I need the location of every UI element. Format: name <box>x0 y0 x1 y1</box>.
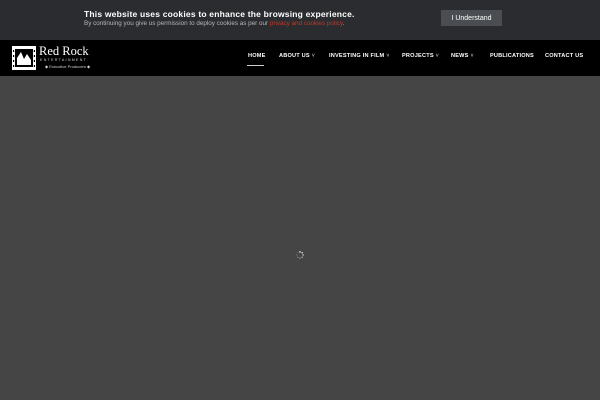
nav-item-label: HOME <box>248 53 266 59</box>
nav-item-investing-in-film[interactable]: INVESTING IN FILM ˅ <box>329 53 389 59</box>
nav-item-label: PUBLICATIONS <box>490 53 534 59</box>
cookie-message-text: By continuing you give us permission to … <box>84 20 270 27</box>
nav-item-projects[interactable]: PROJECTS ˅ <box>402 53 439 59</box>
cookie-message-suffix: . <box>342 20 345 27</box>
nav-item-home[interactable]: HOME <box>248 53 266 59</box>
spinner-icon <box>296 251 304 259</box>
nav-item-label: PROJECTS <box>402 53 434 59</box>
privacy-policy-link[interactable]: privacy and cookies policy <box>270 20 343 27</box>
chevron-down-icon: ˅ <box>311 53 315 59</box>
nav-item-label: CONTACT US <box>545 53 584 59</box>
accept-cookies-button[interactable]: I Understand <box>441 10 502 26</box>
cookie-banner: This website uses cookies to enhance the… <box>0 0 600 40</box>
nav-item-publications[interactable]: PUBLICATIONS <box>490 53 534 59</box>
active-nav-indicator <box>247 65 264 66</box>
nav-item-contact-us[interactable]: CONTACT US <box>545 53 583 59</box>
cookie-title: This website uses cookies to enhance the… <box>84 9 355 19</box>
nav-item-label: INVESTING IN FILM <box>329 53 385 59</box>
chevron-down-icon: ˅ <box>470 53 474 59</box>
nav-item-about-us[interactable]: ABOUT US ˅ <box>279 53 315 59</box>
chevron-down-icon: ˅ <box>386 53 390 59</box>
cookie-message: By continuing you give us permission to … <box>84 20 344 27</box>
site-header: Red Rock ENTERTAINMENT ◆ Executive Produ… <box>0 40 600 76</box>
nav-item-label: ABOUT US <box>279 53 310 59</box>
main-nav: HOME ABOUT US ˅ INVESTING IN FILM ˅ PROJ… <box>0 40 600 76</box>
nav-item-news[interactable]: NEWS ˅ <box>451 53 474 59</box>
chevron-down-icon: ˅ <box>435 53 439 59</box>
nav-item-label: NEWS <box>451 53 469 59</box>
